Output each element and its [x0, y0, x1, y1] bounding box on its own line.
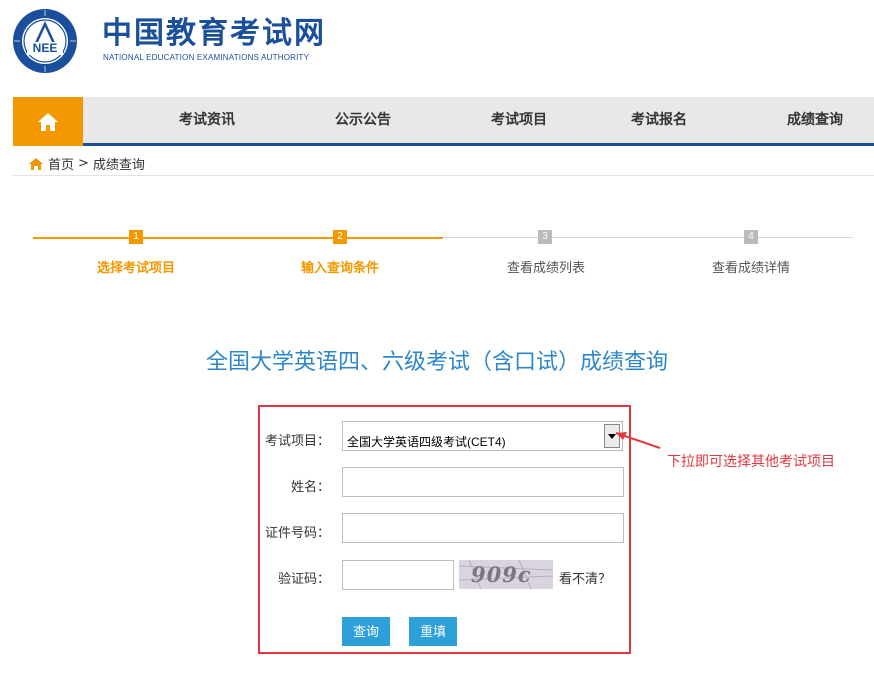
captcha-text: 909c	[471, 562, 532, 587]
step-4-number: 4	[744, 230, 758, 244]
step-4-label: 查看成绩详情	[711, 261, 790, 276]
nav-item-exam-news[interactable]: 考试资讯	[179, 97, 235, 143]
nav-item-exam-programs[interactable]: 考试项目	[491, 97, 547, 143]
id-number-label: 证件号码：	[264, 526, 330, 541]
breadcrumb-separator: >	[78, 156, 89, 171]
breadcrumb-home-link[interactable]: 首页	[48, 154, 74, 173]
step-2-number: 2	[333, 230, 347, 244]
step-3-label: 查看成绩列表	[506, 261, 585, 276]
nav-item-announcements[interactable]: 公示公告	[335, 97, 391, 143]
breadcrumb-current: 成绩查询	[92, 158, 145, 173]
annotation-text: 下拉即可选择其他考试项目	[667, 454, 835, 470]
step-2-label: 输入查询条件	[300, 261, 379, 276]
name-input[interactable]	[342, 467, 624, 497]
main-nav	[13, 97, 874, 143]
refresh-captcha-link[interactable]: 看不清？	[559, 568, 611, 587]
home-icon	[38, 112, 58, 131]
home-icon	[29, 157, 43, 170]
name-label: 姓名：	[290, 480, 330, 495]
site-title: 中国教育考试网	[102, 16, 326, 51]
submit-button[interactable]: 查询	[342, 617, 390, 646]
site-subtitle: NATIONAL EDUCATION EXAMINATIONS AUTHORIT…	[103, 53, 310, 62]
step-3-number: 3	[538, 230, 552, 244]
nav-divider	[13, 143, 874, 146]
annotation-arrow	[615, 432, 661, 449]
nav-home-button[interactable]	[13, 97, 83, 146]
breadcrumb: 首页 > 成绩查询	[28, 154, 145, 173]
breadcrumb-divider	[13, 175, 874, 176]
captcha-input[interactable]	[342, 560, 454, 590]
step-1-label: 选择考试项目	[96, 261, 175, 276]
exam-select-value: 全国大学英语四级考试(CET4)	[347, 435, 506, 449]
page-title: 全国大学英语四、六级考试（含口试）成绩查询	[205, 350, 668, 375]
logo-text: NEE	[27, 42, 63, 55]
steps-progress-active	[33, 237, 443, 239]
exam-select[interactable]: 全国大学英语四级考试(CET4)	[342, 421, 623, 451]
exam-label: 考试项目：	[264, 434, 330, 449]
captcha-image[interactable]: 909c	[459, 560, 553, 589]
nav-item-score-query[interactable]: 成绩查询	[787, 97, 843, 143]
steps-progress-inactive	[443, 237, 853, 238]
captcha-label: 验证码：	[277, 572, 330, 587]
nav-item-registration[interactable]: 考试报名	[631, 97, 687, 143]
reset-button[interactable]: 重填	[409, 617, 457, 646]
step-1-number: 1	[129, 230, 143, 244]
id-number-input[interactable]	[342, 513, 624, 543]
